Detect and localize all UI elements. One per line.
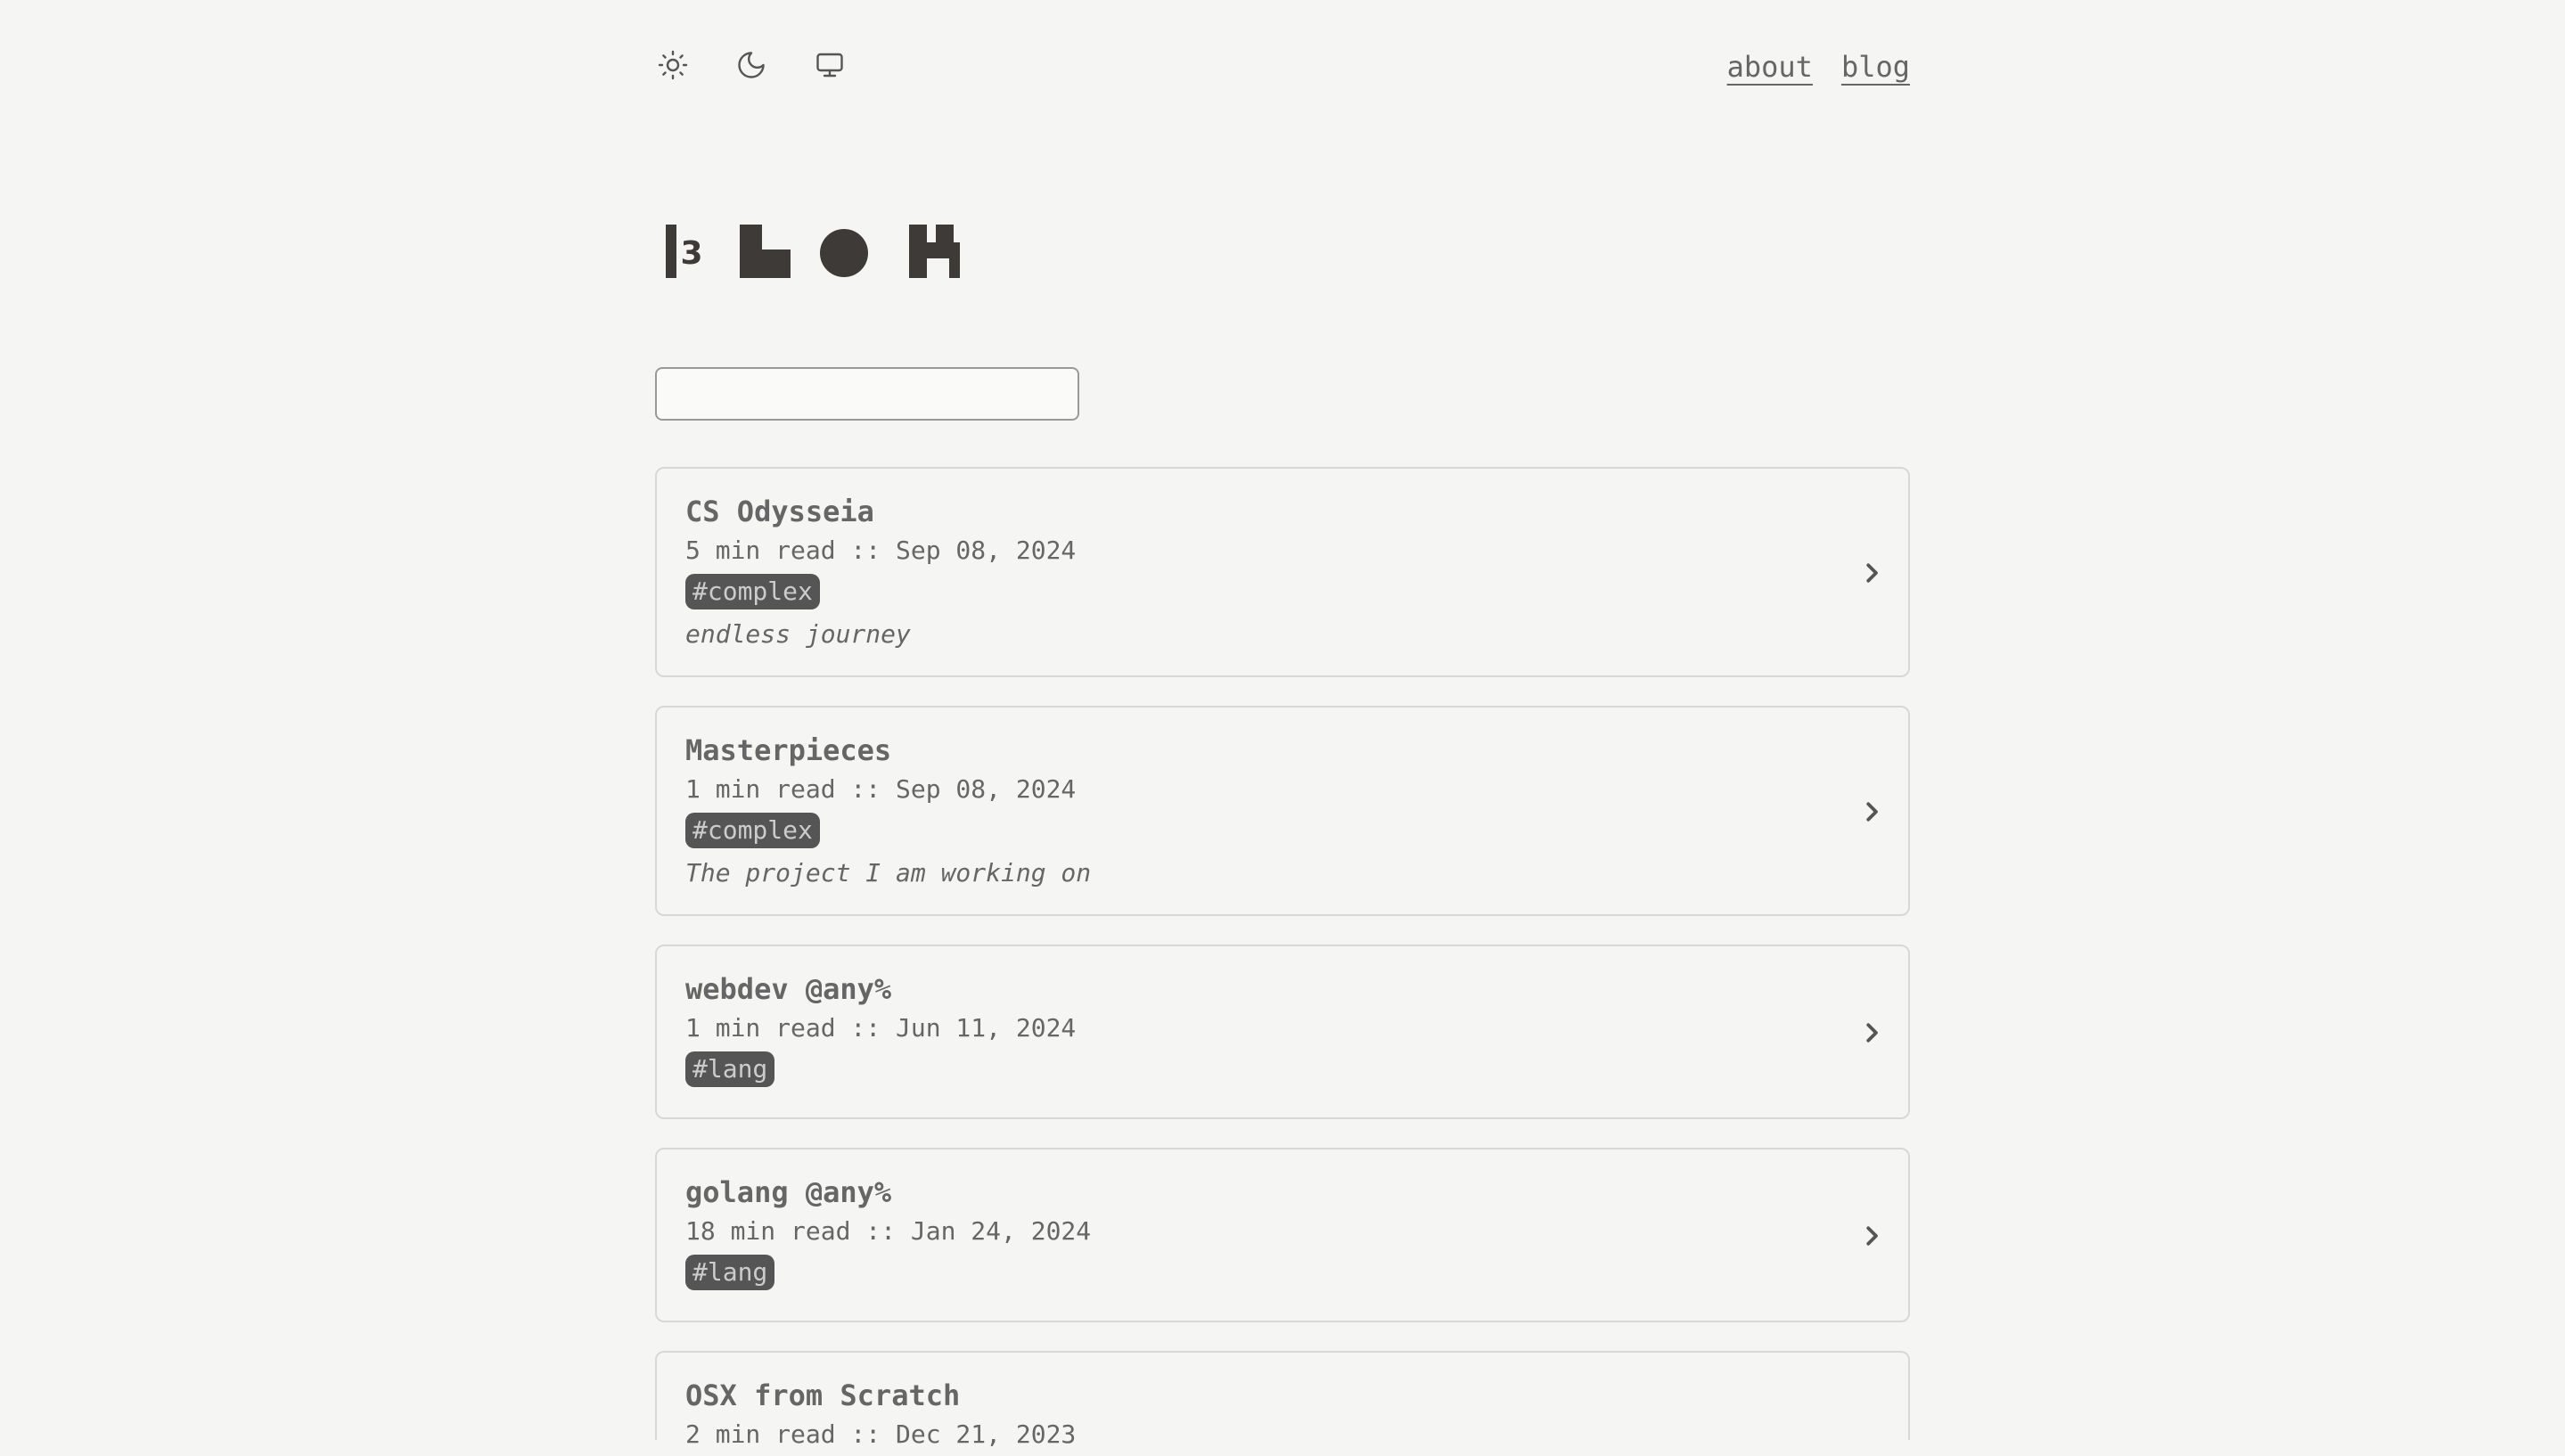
nav-link-about[interactable]: about bbox=[1727, 49, 1813, 85]
nav-link-blog[interactable]: blog bbox=[1841, 49, 1910, 85]
light-theme-button[interactable] bbox=[655, 49, 691, 85]
main-nav: about blog bbox=[1727, 49, 1910, 85]
monitor-icon bbox=[814, 49, 846, 85]
post-title: golang @any% bbox=[685, 1175, 892, 1209]
post-title: webdev @any% bbox=[685, 972, 892, 1006]
search-input[interactable] bbox=[655, 367, 1079, 421]
post-description: The project I am working on bbox=[685, 858, 1092, 888]
post-title: OSX from Scratch bbox=[685, 1378, 961, 1412]
chevron-right-icon bbox=[1858, 798, 1885, 825]
system-theme-button[interactable] bbox=[812, 49, 848, 85]
chevron-right-icon bbox=[1858, 1019, 1885, 1046]
sun-icon bbox=[657, 49, 689, 85]
post-card[interactable]: CS Odysseia 5 min read :: Sep 08, 2024 #… bbox=[655, 467, 1910, 677]
logo-digit: 3 bbox=[680, 235, 702, 272]
post-tag[interactable]: #lang bbox=[685, 1051, 775, 1087]
post-meta: 5 min read :: Sep 08, 2024 bbox=[685, 536, 1077, 565]
chevron-right-icon bbox=[1858, 1223, 1885, 1249]
post-meta: 1 min read :: Jun 11, 2024 bbox=[685, 1013, 1077, 1043]
theme-switcher bbox=[655, 49, 890, 85]
post-tag[interactable]: #complex bbox=[685, 574, 820, 609]
post-card[interactable]: Masterpieces 1 min read :: Sep 08, 2024 … bbox=[655, 706, 1910, 916]
post-card[interactable]: webdev @any% 1 min read :: Jun 11, 2024 … bbox=[655, 945, 1910, 1119]
site-logo[interactable]: 3 bbox=[666, 223, 978, 280]
dark-theme-button[interactable] bbox=[733, 49, 769, 85]
post-card[interactable]: OSX from Scratch 2 min read :: Dec 21, 2… bbox=[655, 1351, 1910, 1449]
top-bar: about blog bbox=[655, 49, 1910, 85]
post-tag[interactable]: #complex bbox=[685, 813, 820, 848]
post-description: endless journey bbox=[685, 619, 911, 649]
post-title: CS Odysseia bbox=[685, 495, 874, 528]
post-meta: 18 min read :: Jan 24, 2024 bbox=[685, 1216, 1092, 1246]
chevron-right-icon bbox=[1858, 560, 1885, 586]
post-card[interactable]: golang @any% 18 min read :: Jan 24, 2024… bbox=[655, 1148, 1910, 1322]
moon-icon bbox=[735, 49, 767, 85]
post-meta: 2 min read :: Dec 21, 2023 bbox=[685, 1419, 1077, 1449]
post-title: Masterpieces bbox=[685, 733, 892, 767]
post-tag[interactable]: #lang bbox=[685, 1255, 775, 1290]
post-meta: 1 min read :: Sep 08, 2024 bbox=[685, 774, 1077, 804]
